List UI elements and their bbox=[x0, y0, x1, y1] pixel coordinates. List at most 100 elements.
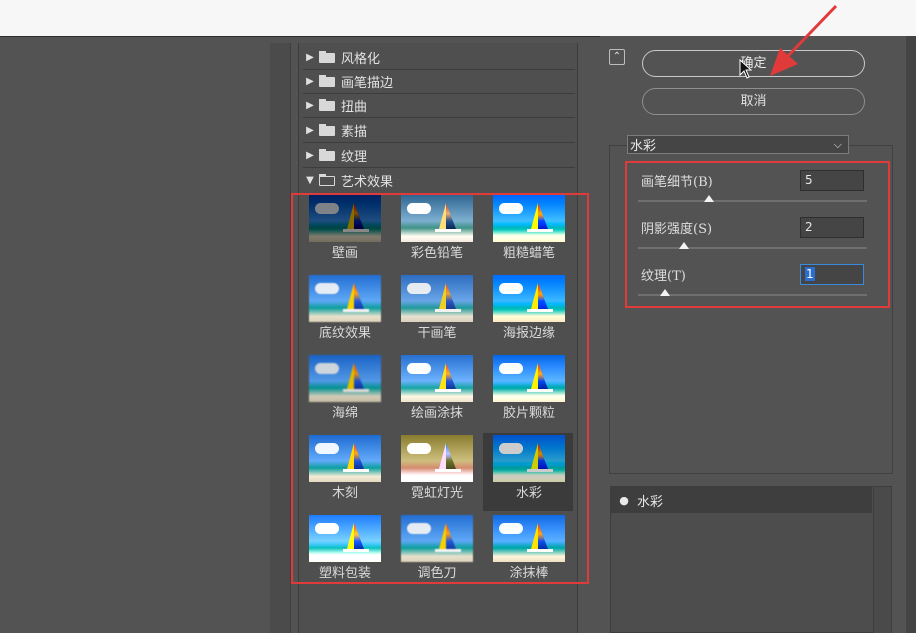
filter-thumbnail-grid: 壁画 彩色铅笔 粗糙蜡笔底纹效果 干画笔 海报边缘海绵 绘画涂抹 胶片颗粒木刻 霓虹灯光 水彩塑… bbox=[291, 193, 589, 584]
param-slider-track[interactable] bbox=[638, 294, 867, 296]
filter-thumbnail-label: 霓虹灯光 bbox=[410, 486, 463, 501]
effect-layer-label: 水彩 bbox=[637, 494, 664, 510]
filter-select-value: 水彩 bbox=[630, 139, 657, 154]
expand-arrow-icon[interactable]: ▶ bbox=[303, 52, 317, 63]
filter-preview-image bbox=[401, 515, 473, 562]
filter-thumbnail-label: 涂抹棒 bbox=[509, 566, 549, 581]
filter-thumbnail-label: 彩色铅笔 bbox=[410, 246, 463, 261]
filter-preview-image bbox=[309, 435, 381, 482]
preview-area[interactable] bbox=[0, 43, 291, 633]
layers-scrollbar[interactable] bbox=[873, 487, 891, 633]
filter-thumbnail[interactable]: 塑料包装 bbox=[299, 513, 389, 591]
param-label: 阴影强度(S) bbox=[641, 222, 713, 237]
filter-preview-image bbox=[309, 355, 381, 402]
param-value: 5 bbox=[805, 173, 813, 187]
eye-icon[interactable]: ● bbox=[611, 494, 637, 507]
chevron-down-icon: ⌵ bbox=[833, 137, 842, 151]
folder-icon bbox=[319, 51, 335, 63]
filter-thumbnail-label: 调色刀 bbox=[417, 566, 457, 581]
filter-thumbnail[interactable]: 彩色铅笔 bbox=[391, 193, 481, 271]
expand-arrow-icon[interactable]: ▶ bbox=[303, 125, 317, 136]
expand-arrow-icon[interactable]: ▶ bbox=[303, 100, 317, 111]
filter-thumbnail[interactable]: 壁画 bbox=[299, 193, 389, 271]
param-slider-track[interactable] bbox=[638, 247, 867, 249]
filter-thumbnail[interactable]: 海报边缘 bbox=[483, 273, 573, 351]
filter-thumbnail[interactable]: 粗糙蜡笔 bbox=[483, 193, 573, 271]
param-slider-thumb[interactable] bbox=[678, 242, 689, 249]
param-input[interactable]: 2 bbox=[800, 217, 864, 238]
filter-thumbnail-label: 底纹效果 bbox=[318, 326, 371, 341]
filter-thumbnail[interactable]: 水彩 bbox=[483, 433, 573, 511]
filter-thumbnail-label: 胶片颗粒 bbox=[502, 406, 555, 421]
filter-preview-image bbox=[493, 355, 565, 402]
param-value: 1 bbox=[805, 267, 815, 281]
param-slider-thumb[interactable] bbox=[703, 195, 714, 202]
param-slider-thumb[interactable] bbox=[660, 289, 671, 296]
filter-thumbnail-label: 海报边缘 bbox=[502, 326, 555, 341]
param-input[interactable]: 5 bbox=[800, 170, 864, 191]
filter-thumbnail[interactable]: 涂抹棒 bbox=[483, 513, 573, 591]
filter-preview-image bbox=[309, 195, 381, 242]
expand-arrow-icon[interactable]: ▶ bbox=[303, 150, 317, 161]
preview-scrollbar[interactable] bbox=[270, 43, 290, 633]
filter-thumbnail-label: 干画笔 bbox=[417, 326, 457, 341]
filter-thumbnail[interactable]: 干画笔 bbox=[391, 273, 481, 351]
category-distort[interactable]: ▶ 扭曲 bbox=[303, 93, 575, 118]
category-label: 艺术效果 bbox=[341, 174, 394, 190]
effect-layer-row[interactable]: ● 水彩 bbox=[611, 487, 872, 513]
category-label: 画笔描边 bbox=[341, 75, 394, 91]
param-input[interactable]: 1 bbox=[800, 264, 864, 285]
open-folder-icon bbox=[319, 174, 335, 186]
collapse-icon[interactable]: ⌃ bbox=[609, 49, 625, 65]
filter-thumbnail-label: 绘画涂抹 bbox=[410, 406, 463, 421]
filter-thumbnail[interactable]: 胶片颗粒 bbox=[483, 353, 573, 431]
mouse-cursor-icon bbox=[739, 59, 753, 79]
filter-thumbnail[interactable]: 底纹效果 bbox=[299, 273, 389, 351]
filter-thumbnail-label: 木刻 bbox=[331, 486, 358, 501]
category-texture[interactable]: ▶ 纹理 bbox=[303, 143, 575, 168]
param-value: 2 bbox=[805, 220, 813, 234]
filter-preview-image bbox=[401, 435, 473, 482]
filter-select[interactable]: 水彩 ⌵ bbox=[627, 135, 849, 154]
folder-icon bbox=[319, 99, 335, 111]
category-label: 纹理 bbox=[341, 149, 368, 165]
filter-preview-image bbox=[493, 515, 565, 562]
filter-thumbnail[interactable]: 绘画涂抹 bbox=[391, 353, 481, 431]
cancel-button[interactable]: 取消 bbox=[642, 88, 865, 115]
folder-icon bbox=[319, 124, 335, 136]
filter-preview-image bbox=[493, 275, 565, 322]
filter-thumbnail-label: 壁画 bbox=[331, 246, 358, 261]
category-artistic[interactable]: ▼ 艺术效果 bbox=[303, 168, 575, 192]
right-edge-strip bbox=[906, 36, 916, 633]
filter-thumbnail[interactable]: 海绵 bbox=[299, 353, 389, 431]
filter-thumbnail[interactable]: 调色刀 bbox=[391, 513, 481, 591]
filter-preview-image bbox=[401, 195, 473, 242]
param-label: 画笔细节(B) bbox=[641, 175, 713, 190]
filter-thumbnail[interactable]: 木刻 bbox=[299, 433, 389, 511]
category-brush-strokes[interactable]: ▶ 画笔描边 bbox=[303, 69, 575, 94]
expand-arrow-icon[interactable]: ▶ bbox=[303, 76, 317, 87]
folder-icon bbox=[319, 75, 335, 87]
category-label: 风格化 bbox=[341, 51, 381, 67]
category-sketch[interactable]: ▶ 素描 bbox=[303, 118, 575, 143]
filter-preview-image bbox=[401, 275, 473, 322]
filter-thumbnail-label: 海绵 bbox=[331, 406, 358, 421]
filter-thumbnail[interactable]: 霓虹灯光 bbox=[391, 433, 481, 511]
filter-thumbnail-label: 粗糙蜡笔 bbox=[502, 246, 555, 261]
param-label: 纹理(T) bbox=[641, 269, 686, 284]
category-label: 扭曲 bbox=[341, 99, 368, 115]
filter-preview-image bbox=[309, 275, 381, 322]
collapse-arrow-icon[interactable]: ▼ bbox=[303, 175, 317, 186]
filter-preview-image bbox=[493, 435, 565, 482]
param-slider-track[interactable] bbox=[638, 200, 867, 202]
filter-thumbnail-label: 塑料包装 bbox=[318, 566, 371, 581]
filter-preview-image bbox=[493, 195, 565, 242]
category-stylize[interactable]: ▶ 风格化 bbox=[303, 45, 575, 70]
category-label: 素描 bbox=[341, 124, 368, 140]
filter-params: 画笔细节(B) 5 阴影强度(S) 2 纹理(T) 1 bbox=[625, 161, 890, 308]
filter-preview-image bbox=[401, 355, 473, 402]
folder-icon bbox=[319, 149, 335, 161]
filter-thumbnail-label: 水彩 bbox=[515, 486, 542, 501]
filter-preview-image bbox=[309, 515, 381, 562]
annotation-arrow-icon bbox=[770, 4, 838, 76]
